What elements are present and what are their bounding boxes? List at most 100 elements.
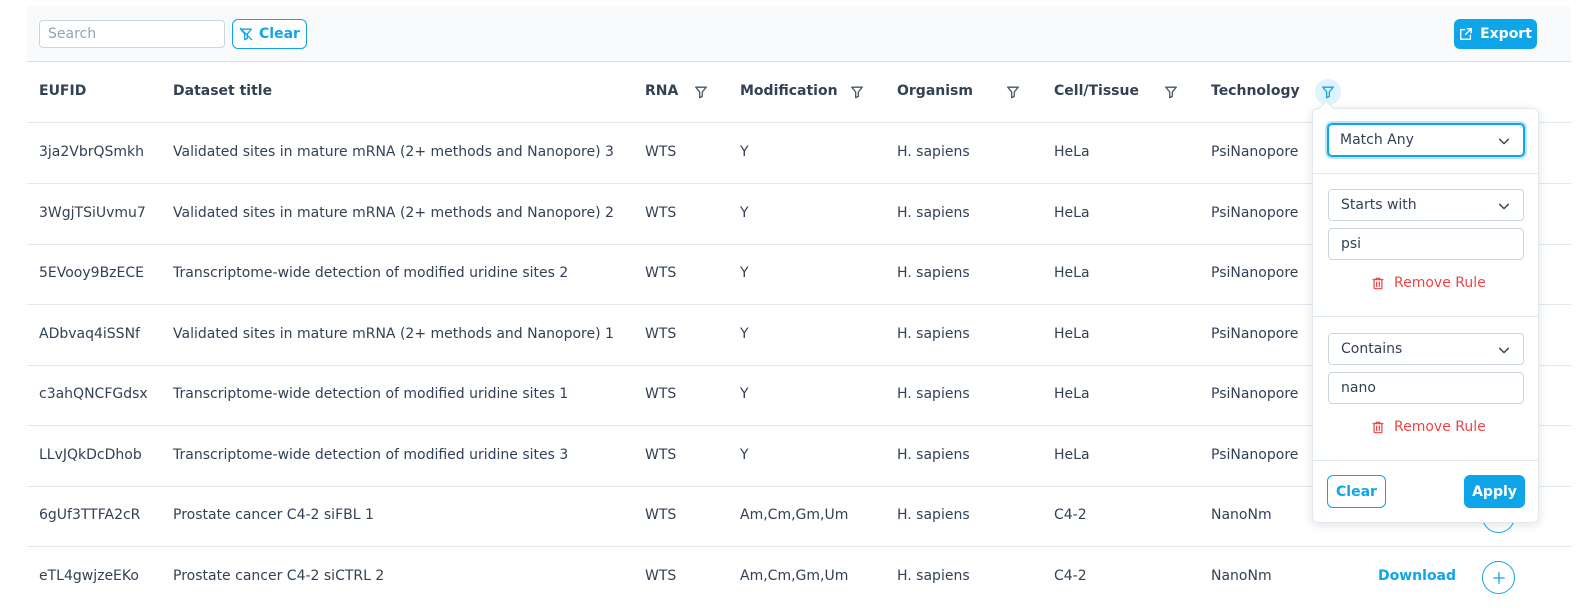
cell-dataset-title: Validated sites in mature mRNA (2+ metho… [173,205,614,221]
remove-rule-button[interactable]: Remove Rule [1371,275,1486,291]
external-link-icon [1460,28,1473,40]
clear-filters-label: Clear [259,26,300,42]
column-header-rna[interactable]: RNA [645,83,678,99]
cell-modification: Y [740,386,749,402]
cell-rna: WTS [645,205,677,221]
cell-modification: Am,Cm,Gm,Um [740,507,849,523]
cell-rna: WTS [645,447,677,463]
cell-rna: WTS [645,326,677,342]
add-dataset-button[interactable] [1482,561,1515,594]
export-button[interactable]: Export [1454,19,1537,49]
divider [1313,173,1538,174]
table-toolbar: Clear Export [27,6,1571,62]
cell-modification: Y [740,447,749,463]
cell-rna: WTS [645,507,677,523]
filter-icon [851,86,863,99]
cell-technology: PsiNanopore [1211,447,1299,463]
remove-rule-button[interactable]: Remove Rule [1371,419,1486,435]
match-mode-value: Starts with [1341,197,1417,213]
filter-icon [1007,86,1019,99]
technology-filter-panel: Match Any Starts with Remove Rule Contai… [1312,108,1539,523]
column-header-technology[interactable]: Technology [1211,83,1300,99]
cell-dataset-title: Transcriptome-wide detection of modified… [173,265,569,281]
cell-technology: PsiNanopore [1211,386,1299,402]
filter-operator-value: Match Any [1340,132,1414,148]
filter-value-input[interactable] [1328,372,1524,404]
cell-eufid: 5EVooy9BzECE [39,265,144,281]
filter-apply-label: Apply [1472,483,1517,500]
divider [1313,316,1538,317]
cell-eufid: 6gUf3TTFA2cR [39,507,141,523]
cell-organism: H. sapiens [897,144,970,160]
cell-organism: H. sapiens [897,205,970,221]
cell-cell-tissue: HeLa [1054,144,1090,160]
cell-cell-tissue: C4-2 [1054,507,1087,523]
cell-eufid: ADbvaq4iSSNf [39,326,140,342]
match-mode-dropdown[interactable]: Contains [1328,333,1524,365]
match-mode-dropdown[interactable]: Starts with [1328,189,1524,221]
column-header-eufid[interactable]: EUFID [39,83,86,99]
cell-eufid: 3WgjTSiUvmu7 [39,205,146,221]
column-header-dataset-title[interactable]: Dataset title [173,83,272,99]
filter-apply-button[interactable]: Apply [1464,475,1525,508]
filter-value-input[interactable] [1328,228,1524,260]
download-link[interactable]: Download [1378,568,1456,584]
organism-filter-button[interactable] [1000,79,1026,105]
match-mode-value: Contains [1341,341,1403,357]
cell-modification: Y [740,205,749,221]
filter-slash-icon [239,27,253,41]
cell-dataset-title: Prostate cancer C4-2 siFBL 1 [173,507,374,523]
export-label: Export [1480,26,1532,42]
column-header-cell-tissue[interactable]: Cell/Tissue [1054,83,1139,99]
cell-eufid: eTL4gwjzeEKo [39,568,139,584]
remove-rule-label: Remove Rule [1394,275,1486,291]
cell-dataset-title: Validated sites in mature mRNA (2+ metho… [173,326,614,342]
cell-organism: H. sapiens [897,265,970,281]
clear-filters-button[interactable]: Clear [232,19,307,49]
chevron-down-icon [1498,347,1510,354]
cell-eufid: 3ja2VbrQSmkh [39,144,145,160]
filter-clear-label: Clear [1336,483,1377,500]
filter-clear-button[interactable]: Clear [1327,475,1386,508]
cell-cell-tissue: C4-2 [1054,568,1087,584]
column-header-organism[interactable]: Organism [897,83,973,99]
remove-rule-label: Remove Rule [1394,419,1486,435]
column-header-modification[interactable]: Modification [740,83,838,99]
plus-icon [1492,571,1505,584]
cell-cell-tissue: HeLa [1054,205,1090,221]
cell-dataset-title: Validated sites in mature mRNA (2+ metho… [173,144,614,160]
cell-rna: WTS [645,144,677,160]
cell-technology: PsiNanopore [1211,144,1299,160]
cell-organism: H. sapiens [897,386,970,402]
cell-cell-tissue: HeLa [1054,265,1090,281]
cell-cell-tissue: HeLa [1054,386,1090,402]
cell-tissue-filter-button[interactable] [1158,79,1184,105]
cell-rna: WTS [645,265,677,281]
filter-operator-dropdown[interactable]: Match Any [1327,123,1525,157]
search-input[interactable] [39,20,225,48]
cell-eufid: LLvJQkDcDhob [39,447,142,463]
cell-rna: WTS [645,386,677,402]
cell-organism: H. sapiens [897,447,970,463]
filter-icon [1165,86,1177,99]
cell-cell-tissue: HeLa [1054,326,1090,342]
cell-organism: H. sapiens [897,568,970,584]
cell-technology: NanoNm [1211,507,1272,523]
cell-organism: H. sapiens [897,326,970,342]
technology-filter-button[interactable] [1315,79,1341,105]
cell-technology: NanoNm [1211,568,1272,584]
modification-filter-button[interactable] [844,79,870,105]
cell-modification: Y [740,326,749,342]
table-row: eTL4gwjzeEKo Prostate cancer C4-2 siCTRL… [27,547,1571,608]
filter-icon [1322,86,1334,99]
cell-eufid: c3ahQNCFGdsx [39,386,148,402]
trash-icon [1372,277,1384,290]
filter-icon [695,86,707,99]
cell-technology: PsiNanopore [1211,326,1299,342]
cell-dataset-title: Transcriptome-wide detection of modified… [173,386,569,402]
divider [1313,460,1538,461]
rna-filter-button[interactable] [688,79,714,105]
trash-icon [1372,421,1384,434]
cell-technology: PsiNanopore [1211,205,1299,221]
cell-cell-tissue: HeLa [1054,447,1090,463]
